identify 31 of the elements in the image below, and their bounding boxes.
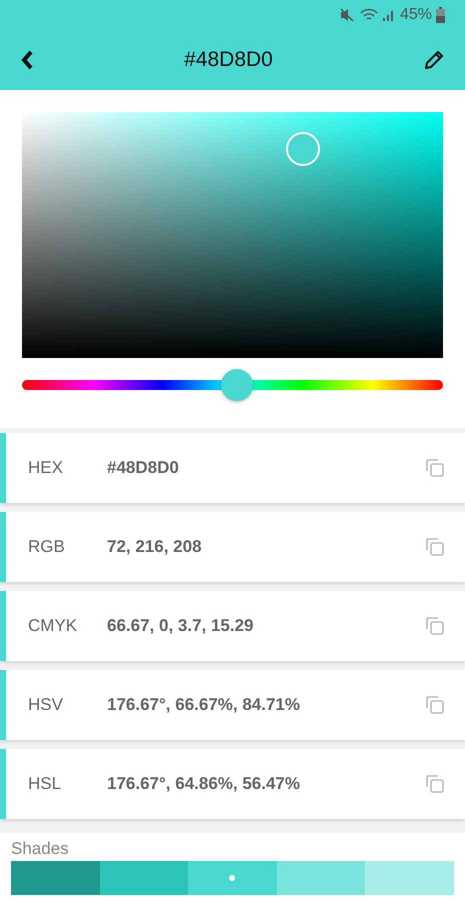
mute-icon [340, 8, 356, 22]
shades-title: Shades [11, 839, 70, 859]
format-value: #48D8D0 [107, 458, 180, 478]
shade-swatch[interactable] [11, 861, 100, 895]
signal-icon [382, 8, 396, 22]
shade-swatch[interactable] [100, 861, 188, 895]
format-label: CMYK [28, 616, 78, 636]
format-label: HSV [28, 695, 64, 715]
format-value: 72, 216, 208 [107, 537, 203, 557]
shade-swatch[interactable] [365, 861, 454, 895]
format-label: HEX [28, 458, 64, 478]
format-value: 176.67°, 64.86%, 56.47% [107, 774, 302, 794]
battery-percentage: 45% [400, 6, 432, 24]
copy-icon[interactable] [425, 616, 445, 636]
format-value: 66.67, 0, 3.7, 15.29 [107, 616, 255, 636]
copy-icon[interactable] [425, 537, 445, 557]
hue-slider-thumb[interactable] [220, 369, 253, 401]
copy-icon[interactable] [425, 458, 445, 478]
copy-icon[interactable] [425, 695, 445, 715]
back-icon[interactable] [20, 49, 34, 71]
format-label: RGB [28, 537, 66, 557]
wifi-icon [360, 8, 378, 22]
hue-slider[interactable] [22, 369, 443, 401]
shade-swatch[interactable] [188, 861, 277, 895]
copy-icon[interactable] [425, 774, 445, 794]
battery-icon [436, 7, 445, 23]
shade-swatch[interactable] [276, 861, 366, 895]
format-label: HSL [28, 774, 62, 794]
format-value: 176.67°, 66.67%, 84.71% [107, 695, 302, 715]
pencil-icon[interactable] [422, 49, 445, 71]
toolbar-title: #48D8D0 [184, 48, 273, 72]
